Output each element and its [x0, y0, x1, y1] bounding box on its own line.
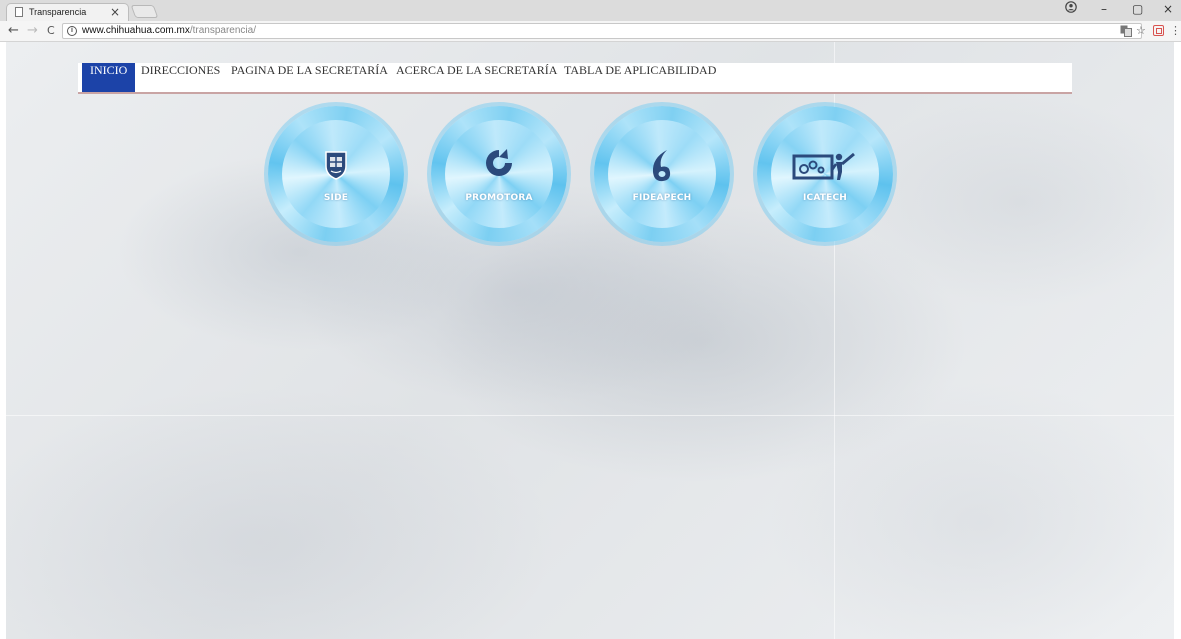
address-bar[interactable]: i www.chihuahua.com.mx/transparencia/ — [62, 23, 1142, 39]
side-badge-link[interactable]: SIDE — [268, 106, 404, 242]
url-text: www.chihuahua.com.mx/transparencia/ — [82, 25, 256, 36]
minimize-button[interactable]: – — [1101, 2, 1107, 16]
badge-label: SIDE — [323, 193, 349, 203]
shield-icon — [325, 151, 347, 180]
badge-label: ICATECH — [802, 193, 848, 203]
reload-button[interactable]: C — [47, 24, 55, 37]
translate-icon[interactable] — [1120, 25, 1132, 37]
page-margin-right — [1174, 42, 1181, 639]
info-icon[interactable]: i — [67, 26, 77, 36]
nav-item-pagina-secretaria[interactable]: PAGINA DE LA SECRETARÍA — [231, 63, 388, 92]
bookmark-star-icon[interactable]: ☆ — [1136, 24, 1146, 37]
fideapech-badge-link[interactable]: FIDEAPECH — [594, 106, 730, 242]
tab-title: Transparencia — [29, 7, 87, 17]
browser-tab-strip: Transparencia × – ▢ × — [0, 0, 1181, 21]
window-close-button[interactable]: × — [1163, 2, 1173, 16]
extension-icon[interactable] — [1153, 25, 1164, 36]
badge-label: PROMOTORA — [465, 193, 533, 203]
page-icon — [15, 7, 23, 17]
user-account-icon[interactable] — [1065, 1, 1077, 13]
page-viewport: INICIO DIRECCIONES PAGINA DE LA SECRETAR… — [0, 42, 1181, 639]
new-tab-button[interactable] — [130, 5, 159, 18]
browser-menu-icon[interactable]: ⋮ — [1170, 24, 1181, 37]
page-margin-left — [0, 42, 6, 639]
back-button[interactable]: ← — [8, 23, 19, 38]
browser-tab[interactable]: Transparencia × — [6, 3, 129, 21]
icatech-badge-link[interactable]: ICATECH — [757, 106, 893, 242]
browser-toolbar: ← → C i www.chihuahua.com.mx/transparenc… — [0, 21, 1181, 42]
promotora-badge-link[interactable]: PROMOTORA — [431, 106, 567, 242]
tab-close-button[interactable]: × — [110, 5, 120, 19]
nav-item-tabla-aplicabilidad[interactable]: TABLA DE APLICABILIDAD — [564, 63, 716, 92]
badge-label: FIDEAPECH — [632, 193, 692, 203]
forward-button[interactable]: → — [27, 23, 38, 38]
nav-item-acerca-secretaria[interactable]: ACERCA DE LA SECRETARÍA — [396, 63, 557, 92]
nav-item-inicio[interactable]: INICIO — [82, 63, 136, 92]
main-navigation: INICIO DIRECCIONES PAGINA DE LA SECRETAR… — [78, 63, 1072, 94]
background-tile-seam — [6, 415, 1174, 416]
teacher-board-icon — [792, 152, 855, 180]
swirl-icon — [486, 149, 512, 176]
maximize-button[interactable]: ▢ — [1132, 2, 1143, 16]
nav-item-direcciones[interactable]: DIRECCIONES — [141, 63, 220, 92]
wave-icon — [652, 150, 671, 182]
